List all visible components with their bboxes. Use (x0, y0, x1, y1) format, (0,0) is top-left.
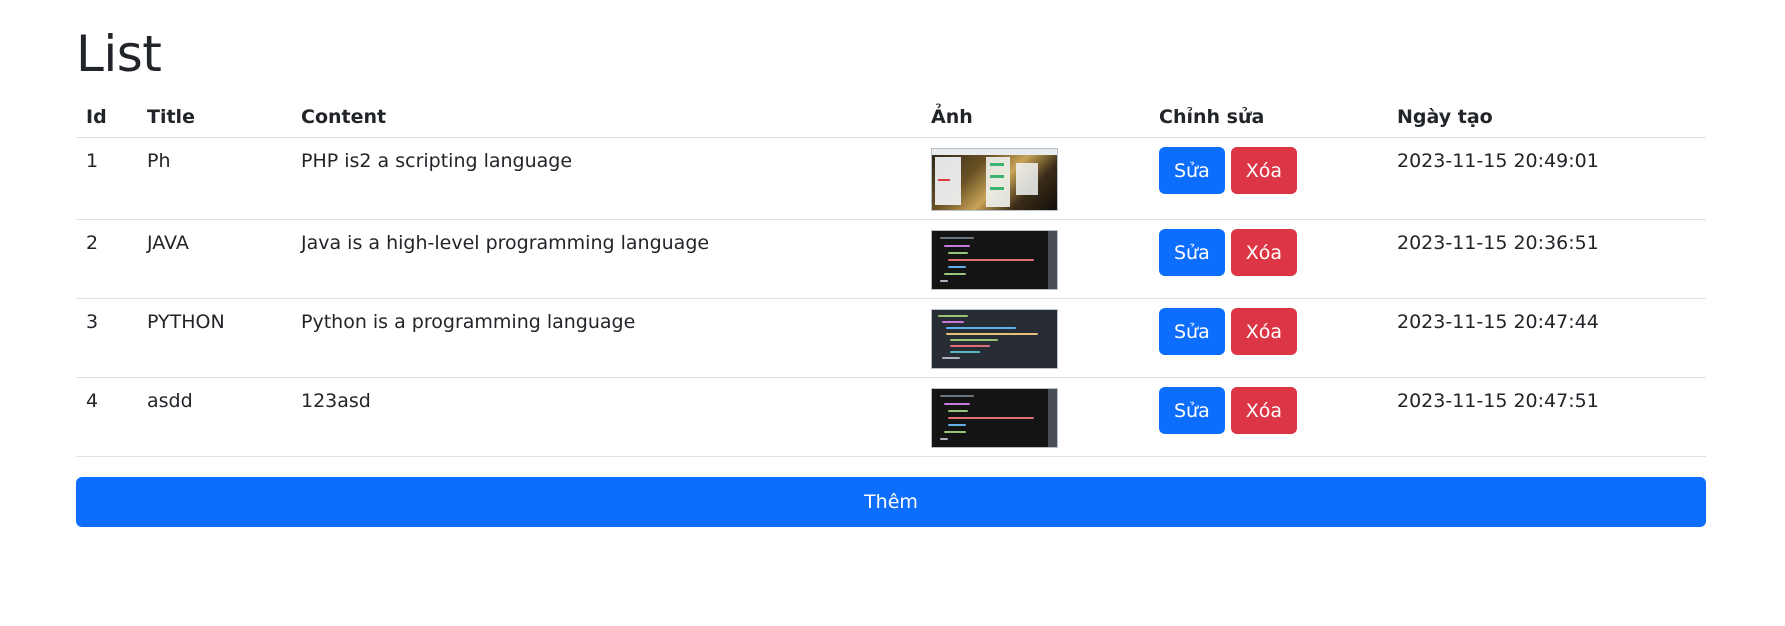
table-row: 2 JAVA Java is a high-level programming … (76, 219, 1706, 299)
thumb-code-line (942, 321, 964, 323)
edit-button[interactable]: Sửa (1159, 229, 1225, 276)
thumb-panel (935, 157, 961, 205)
thumb-code-line (944, 273, 966, 275)
cell-content: 123asd (291, 377, 921, 457)
table-row: 4 asdd 123asd Sửa Xóa 2023-11-15 20:47:5… (76, 377, 1706, 457)
table-row: 1 Ph PHP is2 a scripting language Sửa Xó… (76, 137, 1706, 220)
cell-title: PYTHON (137, 298, 291, 378)
cell-content: Java is a high-level programming languag… (291, 219, 921, 299)
thumb-panel (1016, 163, 1038, 195)
thumb-mark (938, 179, 950, 181)
cell-title: Ph (137, 137, 291, 220)
cell-image (921, 219, 1149, 299)
thumb-scrollbar (1048, 389, 1057, 447)
cell-date: 2023-11-15 20:36:51 (1387, 219, 1706, 299)
thumb-code-line (948, 266, 966, 268)
thumb-code-line (948, 252, 968, 254)
cell-actions: Sửa Xóa (1149, 298, 1387, 378)
header-edit: Chỉnh sửa (1149, 98, 1387, 138)
table-row: 3 PYTHON Python is a programming languag… (76, 298, 1706, 378)
thumb-code-line (940, 280, 948, 282)
cell-title: JAVA (137, 219, 291, 299)
cell-image (921, 137, 1149, 220)
cell-image (921, 377, 1149, 457)
delete-button[interactable]: Xóa (1230, 147, 1298, 194)
delete-button[interactable]: Xóa (1230, 387, 1298, 434)
cell-content: Python is a programming language (291, 298, 921, 378)
edit-button[interactable]: Sửa (1159, 387, 1225, 434)
cell-actions: Sửa Xóa (1149, 137, 1387, 220)
cell-date: 2023-11-15 20:47:44 (1387, 298, 1706, 378)
header-id: Id (76, 98, 137, 138)
add-button[interactable]: Thêm (76, 477, 1706, 527)
thumb-code-line (940, 237, 974, 239)
delete-button[interactable]: Xóa (1230, 229, 1298, 276)
thumb-code-line (944, 245, 970, 247)
cell-image (921, 298, 1149, 378)
post-thumbnail-image[interactable] (931, 309, 1058, 369)
cell-id: 4 (76, 377, 137, 457)
cell-id: 3 (76, 298, 137, 378)
cell-content: PHP is2 a scripting language (291, 137, 921, 220)
thumb-code-line (940, 395, 974, 397)
thumb-code-line (944, 403, 970, 405)
cell-title: asdd (137, 377, 291, 457)
thumb-code-line (948, 417, 1034, 419)
thumb-code-line (938, 315, 968, 317)
posts-table: Id Title Content Ảnh Chỉnh sửa Ngày tạo … (76, 98, 1706, 457)
table-header-row: Id Title Content Ảnh Chỉnh sửa Ngày tạo (76, 98, 1706, 138)
thumb-code-line (946, 333, 1038, 335)
page-container: List Id Title Content Ảnh Chỉnh sửa Ngày… (76, 0, 1706, 527)
header-date: Ngày tạo (1387, 98, 1706, 138)
thumb-code-line (944, 431, 966, 433)
header-title: Title (137, 98, 291, 138)
thumb-mark (990, 187, 1004, 190)
thumb-code-line (946, 327, 1016, 329)
thumb-code-line (950, 351, 980, 353)
thumb-code-line (940, 438, 948, 440)
thumb-code-line (942, 357, 960, 359)
delete-button[interactable]: Xóa (1230, 308, 1298, 355)
post-thumbnail-image[interactable] (931, 230, 1058, 290)
thumb-code-line (948, 424, 966, 426)
edit-button[interactable]: Sửa (1159, 147, 1225, 194)
post-thumbnail-image[interactable] (931, 388, 1058, 448)
thumb-mark (990, 175, 1004, 178)
cell-id: 1 (76, 137, 137, 220)
header-content: Content (291, 98, 921, 138)
thumb-code-line (948, 259, 1034, 261)
header-image: Ảnh (921, 98, 1149, 138)
thumb-scrollbar (1048, 231, 1057, 289)
post-thumbnail-image[interactable] (931, 148, 1058, 211)
thumb-code-line (950, 345, 990, 347)
thumb-window-bar (932, 149, 1057, 155)
thumb-code-line (948, 410, 968, 412)
cell-actions: Sửa Xóa (1149, 219, 1387, 299)
page-title: List (76, 25, 162, 83)
thumb-mark (990, 163, 1004, 166)
cell-date: 2023-11-15 20:49:01 (1387, 137, 1706, 220)
cell-actions: Sửa Xóa (1149, 377, 1387, 457)
cell-id: 2 (76, 219, 137, 299)
cell-date: 2023-11-15 20:47:51 (1387, 377, 1706, 457)
thumb-code-line (950, 339, 998, 341)
edit-button[interactable]: Sửa (1159, 308, 1225, 355)
